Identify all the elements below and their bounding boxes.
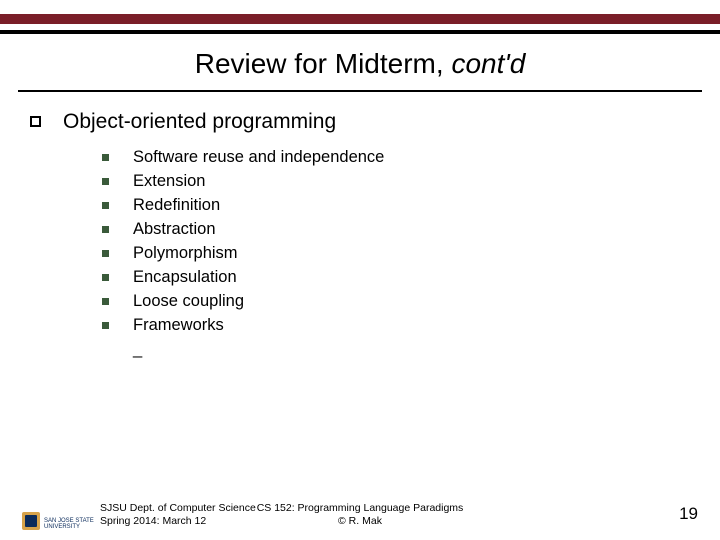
list-item: Frameworks xyxy=(102,316,690,335)
small-square-bullet-icon xyxy=(102,226,109,233)
list-item-label: Loose coupling xyxy=(133,292,244,311)
small-square-bullet-icon xyxy=(102,274,109,281)
list-item-label: Frameworks xyxy=(133,316,224,335)
small-square-bullet-icon xyxy=(102,298,109,305)
list-item: Software reuse and independence xyxy=(102,148,690,167)
title-main: Review for Midterm, xyxy=(195,48,452,79)
small-square-bullet-icon xyxy=(102,202,109,209)
page-title: Review for Midterm, cont'd xyxy=(0,48,720,80)
list-item-label: Redefinition xyxy=(133,196,220,215)
list-item: Loose coupling xyxy=(102,292,690,311)
footer-center-line2: © R. Mak xyxy=(0,515,720,528)
slide: Review for Midterm, cont'd Object-orient… xyxy=(0,0,720,540)
body: Object-oriented programming Software reu… xyxy=(30,110,690,359)
footer: SAN JOSE STATE UNIVERSITY SJSU Dept. of … xyxy=(0,490,720,530)
bar-black xyxy=(0,30,720,34)
list-item: Encapsulation xyxy=(102,268,690,287)
bar-white-top xyxy=(0,0,720,14)
footer-center: CS 152: Programming Language Paradigms ©… xyxy=(0,502,720,528)
title-italic: cont'd xyxy=(451,48,525,79)
section-heading: Object-oriented programming xyxy=(63,110,336,134)
small-square-bullet-icon xyxy=(102,178,109,185)
list-item-label: Encapsulation xyxy=(133,268,237,287)
item-list: Software reuse and independence Extensio… xyxy=(102,148,690,359)
header-bars xyxy=(0,0,720,34)
page-number: 19 xyxy=(679,504,698,524)
trailing-underscore: _ xyxy=(133,340,690,359)
list-item: Extension xyxy=(102,172,690,191)
small-square-bullet-icon xyxy=(102,250,109,257)
list-item-label: Polymorphism xyxy=(133,244,238,263)
small-square-bullet-icon xyxy=(102,154,109,161)
list-item-label: Abstraction xyxy=(133,220,216,239)
list-item: Abstraction xyxy=(102,220,690,239)
list-item: Redefinition xyxy=(102,196,690,215)
small-square-bullet-icon xyxy=(102,322,109,329)
title-rule xyxy=(18,90,702,92)
bar-maroon xyxy=(0,14,720,24)
footer-center-line1: CS 152: Programming Language Paradigms xyxy=(0,502,720,515)
square-bullet-icon xyxy=(30,116,41,127)
section-row: Object-oriented programming xyxy=(30,110,690,134)
list-item-label: Extension xyxy=(133,172,205,191)
list-item-label: Software reuse and independence xyxy=(133,148,384,167)
list-item: Polymorphism xyxy=(102,244,690,263)
title-wrap: Review for Midterm, cont'd xyxy=(0,48,720,80)
